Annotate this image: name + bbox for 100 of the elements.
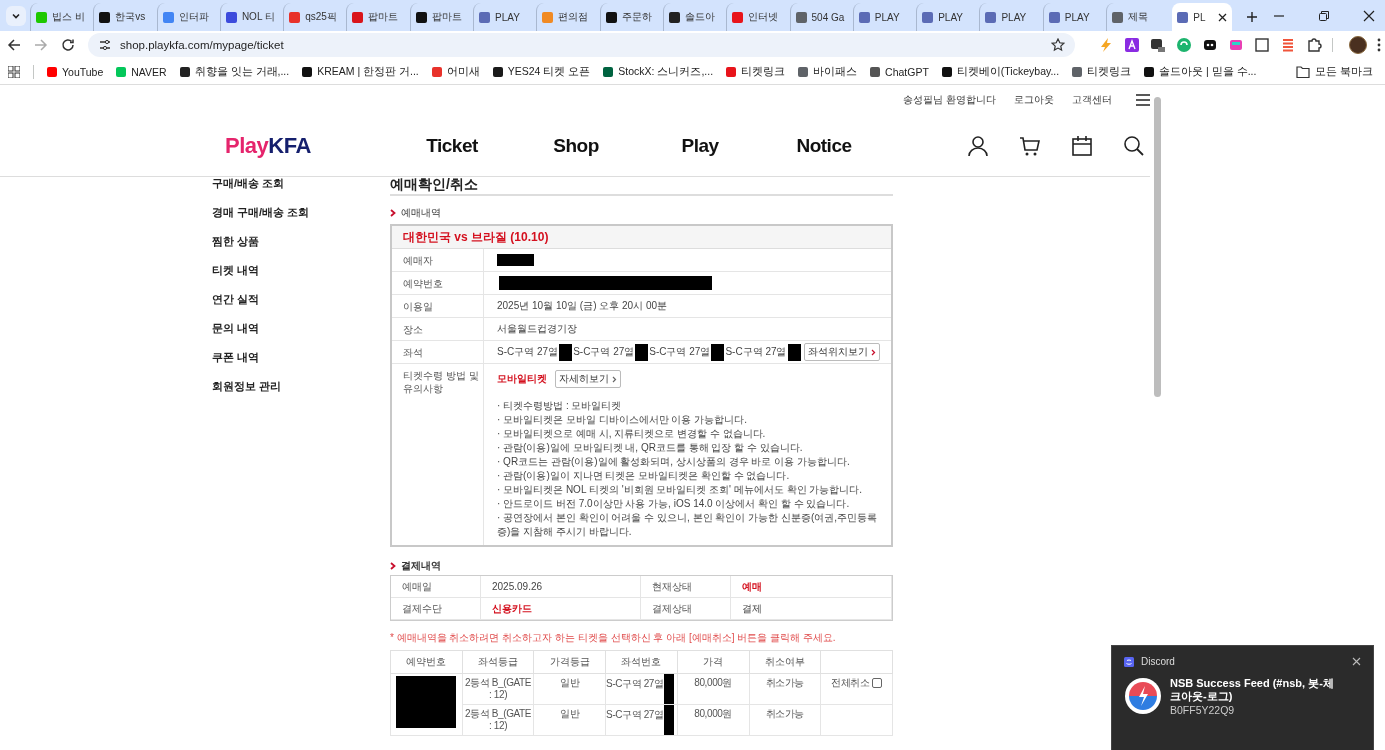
nav-link[interactable]: Play <box>638 134 762 157</box>
browser-tab[interactable]: PLAY <box>916 3 980 31</box>
table-cell: 취소가능 <box>749 673 821 705</box>
bookmark-link[interactable]: 티켓링크 <box>726 64 786 79</box>
table-cell: 예매일 <box>391 576 481 598</box>
browser-tab[interactable]: 솔드아 <box>662 3 727 31</box>
details-button[interactable]: 자세히보기 <box>555 370 621 388</box>
bookmark-link[interactable]: 티켓링크 <box>1072 64 1132 79</box>
seat-map-button[interactable]: 좌석위치보기 <box>803 343 880 361</box>
sidebar-link[interactable]: 티켓 내역 <box>212 264 390 293</box>
sidebar-link[interactable]: 연간 실적 <box>212 293 390 322</box>
table-cell: 현재상태 <box>641 576 731 598</box>
notification-toast[interactable]: Discord NSB Success Feed (#nsb, 봇-체크아웃-로그) B0FF5Y22Q9 <box>1111 645 1374 750</box>
browser-tab[interactable]: PLAY <box>1042 3 1107 31</box>
utility-link[interactable]: 로그아웃 <box>1014 93 1054 107</box>
browser-tab[interactable]: 빕스 비 <box>30 3 94 31</box>
browser-tab[interactable]: PL <box>1172 3 1233 31</box>
bookmark-link[interactable]: 취향을 잇는 거래,... <box>179 64 290 79</box>
cancel-notice: * 예매내역을 취소하려면 취소하고자 하는 티켓을 선택하신 후 아래 [예매취소] 버튼을 클릭해 주세요. <box>390 631 837 645</box>
browser-tab[interactable]: PLAY <box>852 3 917 31</box>
browser-tab[interactable]: 편의점 <box>536 3 600 31</box>
browser-tab[interactable]: PLAY <box>979 3 1043 31</box>
notice-text: · 티켓수령방법 : 모바일티켓 <box>497 399 623 413</box>
section-heading: 예매내역 <box>401 206 441 220</box>
notice-text: · 관람(이용)일이 지나면 티켓은 모바일티켓은 확인할 수 없습니다. <box>497 469 791 483</box>
browser-tab[interactable]: NOL 티 <box>219 3 284 31</box>
row-label: 좌석 <box>392 341 484 363</box>
notice-text: · QR코드는 관람(이용)일에 활성화되며, 상시상품의 경우 바로 이용 가능합니다. <box>497 455 851 469</box>
row-label: 이용일 <box>392 295 484 317</box>
all-bookmarks-link[interactable]: 모든 북마크 <box>1296 64 1373 79</box>
row-label: 장소 <box>392 318 484 340</box>
bookmark-link[interactable]: 바이패스 <box>798 64 858 79</box>
bookmark-link[interactable]: StockX: 스니커즈,... <box>603 64 714 79</box>
seat-text: S-C구역 27열 <box>497 345 559 359</box>
browser-tab[interactable]: 인터넷 <box>726 3 790 31</box>
address-field[interactable]: shop.playkfa.com/mypage/ticket <box>88 33 1075 57</box>
table-cell: 80,000원 <box>677 673 749 705</box>
bookmark-link[interactable]: 어미새 <box>431 64 480 79</box>
browser-tab[interactable]: 한국vs <box>93 3 157 31</box>
sidebar-link[interactable]: 회원정보 관리 <box>212 380 390 409</box>
notice-text: · 안드로이드 버전 7.0이상만 사용 가능, iOS 14.0 이상에서 확인 할 수 있습니다. <box>497 497 851 511</box>
ticket-method: 모바일티켓 <box>497 372 547 386</box>
table-cell: 80,000원 <box>677 704 749 736</box>
bookmark-link[interactable]: KREAM | 한정판 거... <box>302 64 419 79</box>
seat-text: S-C구역 27열 <box>649 345 711 359</box>
sidebar-link[interactable]: 찜한 상품 <box>212 235 390 264</box>
browser-tab[interactable]: 팝마트 <box>409 3 474 31</box>
table-cell: 신용카드 <box>481 598 641 620</box>
bookmark-link[interactable]: 티켓베이(Tickeybay... <box>941 64 1060 79</box>
column-header: 가격 <box>677 650 749 674</box>
browser-tab[interactable]: 제목 <box>1106 3 1170 31</box>
table-cell: 2등석 B_(GATE : 12) <box>462 704 534 736</box>
sidebar-link[interactable]: 경매 구매/배송 조회 <box>212 206 390 235</box>
sidebar-link[interactable]: 구매/배송 조회 <box>212 177 390 206</box>
column-header: 예약번호 <box>390 650 463 674</box>
table-cell: 취소가능 <box>749 704 821 736</box>
nav-link[interactable]: Ticket <box>390 134 514 157</box>
utility-link[interactable]: 송성필님 환영합니다 <box>903 93 996 107</box>
section-heading: 결제내역 <box>401 559 441 573</box>
bookmark-link[interactable]: 솔드아웃 | 믿을 수... <box>1144 64 1257 79</box>
sidebar-link[interactable]: 쿠폰 내역 <box>212 351 390 380</box>
cancel-all-label: 전체취소 <box>830 677 870 689</box>
bookmark-link[interactable]: YES24 티켓 오픈 <box>492 64 591 79</box>
browser-tab[interactable]: 주문하 <box>599 3 663 31</box>
table-cell-text: S-C구역 27열 <box>606 708 664 721</box>
row-label: 예약번호 <box>392 272 484 294</box>
row-value: 2025년 10월 10일 (금) 오후 20시 00분 <box>497 299 668 313</box>
table-cell: 결제상태 <box>641 598 731 620</box>
column-header: 취소여부 <box>749 650 821 674</box>
nav-link[interactable]: Shop <box>514 134 638 157</box>
notice-text: · 모바일티켓은 모바일 디바이스에서만 이용 가능합니다. <box>497 413 748 427</box>
column-header: 좌석번호 <box>605 650 678 674</box>
notice-text: · 관람(이용)일에 모바일티켓 내, QR코드를 통해 입장 할 수 있습니다. <box>497 441 804 455</box>
notification-title: NSB Success Feed (#nsb, 봇-체크아웃-로그) <box>1170 677 1335 703</box>
table-cell: 예매 <box>731 576 892 598</box>
row-label: 예매자 <box>392 249 484 271</box>
browser-tab[interactable]: 504 Ga <box>789 3 853 31</box>
logo[interactable]: PlayKFA <box>225 132 390 159</box>
notice-text: · 공연장에서 본인 확인이 어려울 수 있으니, 본인 확인이 가능한 신분증(여권,주민등록증)을 지참해 주시기 바랍니다. <box>497 511 878 539</box>
table-cell: 결제수단 <box>391 598 481 620</box>
browser-tab[interactable]: 팝마트 <box>346 3 410 31</box>
table-cell: 2025.09.26 <box>481 576 641 598</box>
nav-link[interactable]: Notice <box>762 134 886 157</box>
browser-tab[interactable]: 인터파 <box>156 3 220 31</box>
bookmark-link[interactable]: YouTube <box>47 65 104 78</box>
table-cell: 결제 <box>731 598 892 620</box>
bookmark-link[interactable]: NAVER <box>116 65 167 78</box>
row-value: 서울월드컵경기장 <box>497 322 577 336</box>
event-title: 대한민국 vs 브라질 (10.10) <box>392 226 891 249</box>
sidebar-link[interactable]: 문의 내역 <box>212 322 390 351</box>
notification-text: B0FF5Y22Q9 <box>1170 704 1236 716</box>
browser-tab[interactable]: PLAY <box>473 3 537 31</box>
browser-tab[interactable]: qs25픽 <box>283 3 347 31</box>
seat-text: S-C구역 27열 <box>573 345 635 359</box>
utility-link[interactable]: 고객센터 <box>1072 93 1112 107</box>
table-cell: 일반 <box>533 673 606 705</box>
app-name: Discord <box>1141 656 1175 667</box>
bookmark-link[interactable]: ChatGPT <box>870 65 929 78</box>
column-header: 좌석등급 <box>462 650 534 674</box>
notice-text: · 모바일티켓은 NOL 티켓의 '비회원 모바일티켓 조회' 메뉴에서도 확인 가능합니다. <box>497 483 864 497</box>
